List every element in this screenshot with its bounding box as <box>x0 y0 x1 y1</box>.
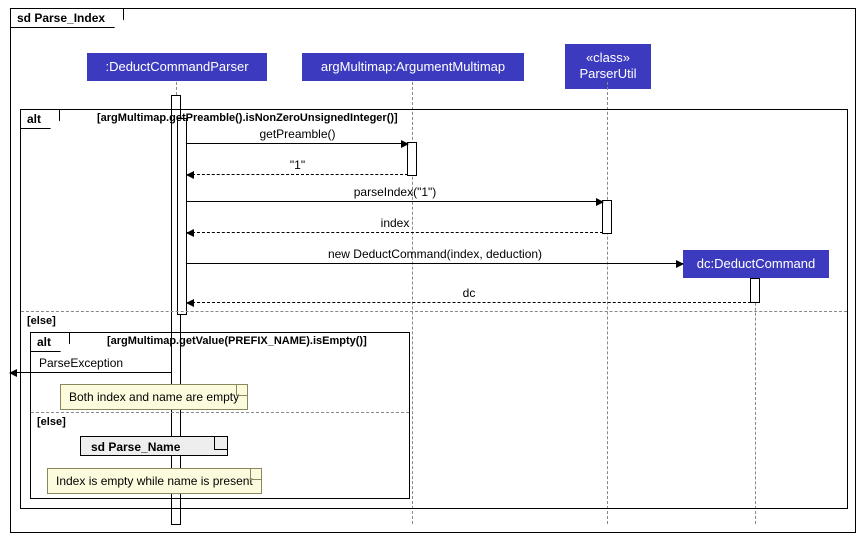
alt-label: alt <box>21 110 60 129</box>
lifeline-util-stereo: «class» <box>586 50 630 65</box>
note-index-empty-text: Index is empty while name is present <box>56 474 253 488</box>
ref-corner-fold <box>214 437 227 450</box>
inner-alt-label-text: alt <box>37 335 51 349</box>
msg-getpreamble-text: getPreamble() <box>259 127 335 141</box>
inner-alt-else-text: [else] <box>37 416 66 428</box>
note-index-empty: Index is empty while name is present <box>47 468 262 494</box>
msg-parseindex-text: parseIndex("1") <box>354 185 437 199</box>
arrowhead-icon <box>186 299 194 307</box>
ref-label-text: sd Parse_Name <box>91 440 180 454</box>
msg-exception: ParseException <box>39 356 169 370</box>
alt-else: [else] <box>27 315 56 327</box>
diagram-title: sd Parse_Index <box>11 9 124 28</box>
diagram-title-text: sd Parse_Index <box>17 11 105 25</box>
msg-ret1-arrow <box>187 174 408 175</box>
msg-exception-text: ParseException <box>39 356 123 370</box>
arrowhead-icon <box>596 198 604 206</box>
msg-retindex: index <box>187 216 603 230</box>
inner-alt-else: [else] <box>37 416 66 428</box>
msg-getpreamble-arrow <box>187 143 408 144</box>
lifeline-multimap-label: argMultimap:ArgumentMultimap <box>321 59 505 74</box>
lifeline-util-head: «class» ParserUtil <box>565 44 651 89</box>
lifeline-util-label: ParserUtil <box>579 66 636 81</box>
alt-divider <box>21 311 847 312</box>
lifeline-parser-head: :DeductCommandParser <box>87 53 267 81</box>
inner-alt-label: alt <box>31 333 70 352</box>
msg-newdc-text: new DeductCommand(index, deduction) <box>328 247 542 261</box>
msg-ret1: "1" <box>187 158 408 172</box>
alt-guard: [argMultimap.getPreamble().isNonZeroUnsi… <box>97 112 398 124</box>
alt-else-text: [else] <box>27 315 56 327</box>
inner-alt-divider <box>31 412 409 413</box>
lifeline-parser-label: :DeductCommandParser <box>105 59 248 74</box>
msg-ret1-text: "1" <box>290 158 305 172</box>
note-both-empty: Both index and name are empty <box>60 384 248 410</box>
alt-guard-text: [argMultimap.getPreamble().isNonZeroUnsi… <box>97 112 398 124</box>
msg-retindex-text: index <box>381 216 410 230</box>
arrowhead-icon <box>401 140 409 148</box>
msg-retdc: dc <box>187 286 751 300</box>
msg-newdc-arrow <box>187 263 683 264</box>
msg-retdc-arrow <box>187 302 751 303</box>
ref-label: sd Parse_Name <box>85 437 186 457</box>
arrowhead-icon <box>186 171 194 179</box>
msg-parseindex-arrow <box>187 201 603 202</box>
msg-newdc: new DeductCommand(index, deduction) <box>187 247 683 261</box>
ref-parse-name: sd Parse_Name <box>80 436 228 456</box>
alt-label-text: alt <box>27 112 41 126</box>
arrowhead-icon <box>676 260 684 268</box>
msg-retindex-arrow <box>187 232 603 233</box>
note-both-empty-text: Both index and name are empty <box>69 390 239 404</box>
msg-exception-arrow <box>10 372 172 373</box>
arrowhead-icon <box>9 369 17 377</box>
inner-alt-guard: [argMultimap.getValue(PREFIX_NAME).isEmp… <box>107 335 367 347</box>
msg-getpreamble: getPreamble() <box>187 127 408 141</box>
inner-alt-guard-text: [argMultimap.getValue(PREFIX_NAME).isEmp… <box>107 335 367 347</box>
arrowhead-icon <box>186 229 194 237</box>
lifeline-multimap-head: argMultimap:ArgumentMultimap <box>302 53 524 81</box>
msg-retdc-text: dc <box>463 286 476 300</box>
msg-parseindex: parseIndex("1") <box>187 185 603 199</box>
